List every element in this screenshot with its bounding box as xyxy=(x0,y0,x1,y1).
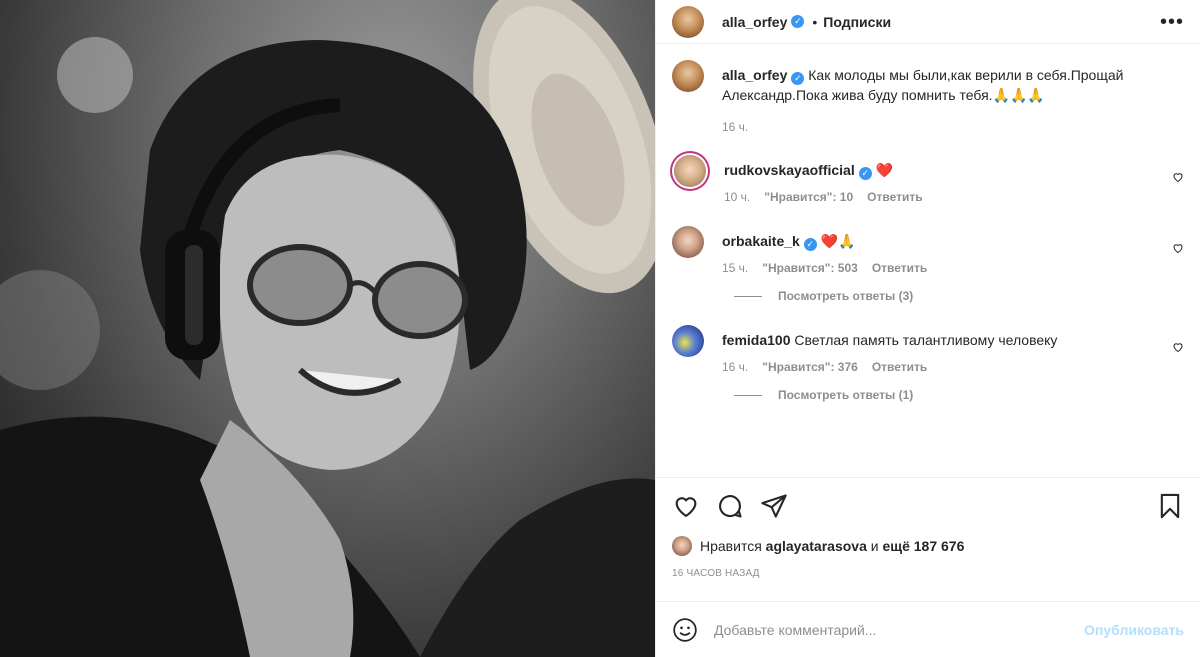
commenter-avatar[interactable] xyxy=(672,226,704,258)
comment-likes[interactable]: "Нравится": 10 xyxy=(764,190,853,204)
post-header: alla_orfey ✓ • Подписки ••• xyxy=(656,0,1200,44)
comment-meta: 16 ч. "Нравится": 376 Ответить xyxy=(722,360,1184,374)
comment-likes[interactable]: "Нравится": 503 xyxy=(762,261,858,275)
emoji-icon[interactable] xyxy=(672,617,698,643)
likes-count[interactable]: ещё 187 676 xyxy=(882,538,964,554)
comment-meta: 10 ч. "Нравится": 10 Ответить xyxy=(724,190,1184,204)
comment-row: orbakaite_k ✓ ❤️🙏 15 ч. "Нравится": 503 О… xyxy=(672,226,1184,275)
comment-body: orbakaite_k ✓ ❤️🙏 15 ч. "Нравится": 503 О… xyxy=(722,226,1184,275)
comment-username[interactable]: rudkovskayaofficial xyxy=(724,162,855,178)
heart-icon[interactable] xyxy=(672,492,700,520)
post-photo-illustration xyxy=(0,0,655,657)
verified-badge-icon: ✓ xyxy=(858,167,872,180)
author-username[interactable]: alla_orfey xyxy=(722,14,787,30)
comment-like-heart-icon[interactable] xyxy=(1172,171,1184,183)
publish-button[interactable]: Опубликовать xyxy=(1084,622,1184,638)
liker-avatar[interactable] xyxy=(672,536,692,556)
view-replies-label[interactable]: Посмотреть ответы (3) xyxy=(778,289,913,303)
post-side-panel: alla_orfey ✓ • Подписки ••• alla_orfey ✓ … xyxy=(655,0,1200,657)
action-bar xyxy=(672,478,1184,534)
comment-row: rudkovskayaofficial ✓ ❤️ 10 ч. "Нравится"… xyxy=(672,155,1184,204)
replies-divider xyxy=(734,295,762,297)
comment-body: rudkovskayaofficial ✓ ❤️ 10 ч. "Нравится"… xyxy=(724,155,1184,204)
reply-button[interactable]: Ответить xyxy=(867,190,922,204)
comment-username[interactable]: femida100 xyxy=(722,332,790,348)
likes-middle: и xyxy=(870,538,879,554)
author-avatar[interactable] xyxy=(672,5,704,38)
comment-like-heart-icon[interactable] xyxy=(1172,341,1184,353)
caption-time[interactable]: 16 ч. xyxy=(722,117,1184,137)
likes-summary: Нравится aglayatarasova и ещё 187 676 xyxy=(672,534,1184,558)
share-icon[interactable] xyxy=(760,492,788,520)
verified-badge-icon: ✓ xyxy=(791,15,805,28)
separator-dot: • xyxy=(812,13,818,30)
following-button[interactable]: Подписки xyxy=(823,14,891,30)
replies-divider xyxy=(734,394,762,396)
add-comment-bar: Опубликовать xyxy=(656,601,1200,657)
bookmark-icon[interactable] xyxy=(1156,492,1184,520)
verified-badge-icon: ✓ xyxy=(803,238,817,251)
instagram-post: alla_orfey ✓ • Подписки ••• alla_orfey ✓ … xyxy=(0,0,1200,657)
reply-button[interactable]: Ответить xyxy=(872,360,927,374)
caption-avatar[interactable] xyxy=(672,60,704,92)
post-photo[interactable] xyxy=(0,0,655,657)
view-replies-label[interactable]: Посмотреть ответы (1) xyxy=(778,388,913,402)
comment-likes[interactable]: "Нравится": 376 xyxy=(762,360,858,374)
post-timestamp[interactable]: 16 ЧАСОВ НАЗАД xyxy=(672,568,1184,579)
reply-button[interactable]: Ответить xyxy=(872,261,927,275)
caption-body: alla_orfey ✓ Как молоды мы были,как верил… xyxy=(722,60,1184,137)
likes-prefix: Нравится xyxy=(700,538,762,554)
liker-username[interactable]: aglayatarasova xyxy=(766,538,867,554)
comment-icon[interactable] xyxy=(716,492,744,520)
author-info: alla_orfey ✓ • Подписки xyxy=(722,14,891,30)
comment-row: femida100 Светлая память талантливому че… xyxy=(672,325,1184,374)
comment-input[interactable] xyxy=(714,621,1085,638)
view-replies-button[interactable]: Посмотреть ответы (3) xyxy=(734,289,1184,303)
more-options-icon[interactable]: ••• xyxy=(1160,12,1184,32)
comment-text: ❤️ xyxy=(875,162,894,178)
comment-body: femida100 Светлая память талантливому че… xyxy=(722,325,1184,374)
commenter-avatar[interactable] xyxy=(672,325,704,357)
post-actions: Нравится aglayatarasova и ещё 187 676 16… xyxy=(656,477,1200,601)
caption-username[interactable]: alla_orfey xyxy=(722,67,787,83)
caption-row: alla_orfey ✓ Как молоды мы были,как верил… xyxy=(672,60,1184,137)
comment-username[interactable]: orbakaite_k xyxy=(722,233,800,249)
view-replies-button[interactable]: Посмотреть ответы (1) xyxy=(734,388,1184,402)
comment-time[interactable]: 15 ч. xyxy=(722,261,748,275)
comment-meta: 15 ч. "Нравится": 503 Ответить xyxy=(722,261,1184,275)
commenter-avatar[interactable] xyxy=(674,155,706,187)
comment-like-heart-icon[interactable] xyxy=(1172,242,1184,254)
comment-text: ❤️🙏 xyxy=(820,233,856,249)
verified-badge-icon: ✓ xyxy=(791,72,805,85)
comment-time[interactable]: 10 ч. xyxy=(724,190,750,204)
comment-time[interactable]: 16 ч. xyxy=(722,360,748,374)
comments-list: alla_orfey ✓ Как молоды мы были,как верил… xyxy=(656,44,1200,477)
comment-text: Светлая память талантливому человеку xyxy=(794,332,1058,348)
